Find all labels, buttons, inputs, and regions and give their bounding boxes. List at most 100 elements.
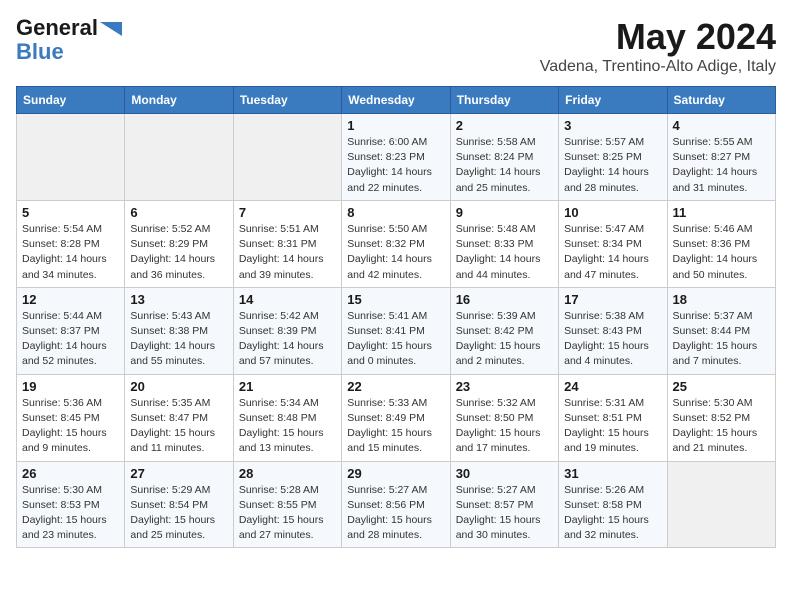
day-info: Sunrise: 5:30 AMSunset: 8:52 PMDaylight:… bbox=[673, 396, 770, 457]
day-info: Sunrise: 5:27 AMSunset: 8:56 PMDaylight:… bbox=[347, 483, 444, 544]
day-number: 15 bbox=[347, 292, 444, 307]
day-number: 26 bbox=[22, 466, 119, 481]
day-info: Sunrise: 5:29 AMSunset: 8:54 PMDaylight:… bbox=[130, 483, 227, 544]
day-info: Sunrise: 5:57 AMSunset: 8:25 PMDaylight:… bbox=[564, 135, 661, 196]
calendar-cell: 20 Sunrise: 5:35 AMSunset: 8:47 PMDayligh… bbox=[125, 374, 233, 461]
calendar-cell: 23 Sunrise: 5:32 AMSunset: 8:50 PMDayligh… bbox=[450, 374, 558, 461]
location-title: Vadena, Trentino-Alto Adige, Italy bbox=[540, 58, 776, 76]
calendar-cell: 25 Sunrise: 5:30 AMSunset: 8:52 PMDayligh… bbox=[667, 374, 775, 461]
logo-blue: Blue bbox=[16, 40, 64, 64]
day-number: 2 bbox=[456, 118, 553, 133]
day-number: 20 bbox=[130, 379, 227, 394]
day-info: Sunrise: 6:00 AMSunset: 8:23 PMDaylight:… bbox=[347, 135, 444, 196]
day-info: Sunrise: 5:32 AMSunset: 8:50 PMDaylight:… bbox=[456, 396, 553, 457]
day-info: Sunrise: 5:46 AMSunset: 8:36 PMDaylight:… bbox=[673, 222, 770, 283]
day-number: 24 bbox=[564, 379, 661, 394]
day-info: Sunrise: 5:50 AMSunset: 8:32 PMDaylight:… bbox=[347, 222, 444, 283]
calendar-cell: 6Sunrise: 5:52 AMSunset: 8:29 PMDaylight… bbox=[125, 200, 233, 287]
calendar-header-sunday: Sunday bbox=[17, 87, 125, 114]
day-number: 18 bbox=[673, 292, 770, 307]
calendar-header-monday: Monday bbox=[125, 87, 233, 114]
calendar-cell: 9Sunrise: 5:48 AMSunset: 8:33 PMDaylight… bbox=[450, 200, 558, 287]
day-info: Sunrise: 5:34 AMSunset: 8:48 PMDaylight:… bbox=[239, 396, 336, 457]
calendar-header-thursday: Thursday bbox=[450, 87, 558, 114]
title-block: May 2024 Vadena, Trentino-Alto Adige, It… bbox=[540, 16, 776, 76]
day-number: 25 bbox=[673, 379, 770, 394]
calendar-header-row: SundayMondayTuesdayWednesdayThursdayFrid… bbox=[17, 87, 776, 114]
calendar-week-row: 26Sunrise: 5:30 AMSunset: 8:53 PMDayligh… bbox=[17, 461, 776, 548]
calendar-cell: 16Sunrise: 5:39 AMSunset: 8:42 PMDayligh… bbox=[450, 287, 558, 374]
calendar-cell: 4Sunrise: 5:55 AMSunset: 8:27 PMDaylight… bbox=[667, 114, 775, 201]
calendar-cell: 27 Sunrise: 5:29 AMSunset: 8:54 PMDayligh… bbox=[125, 461, 233, 548]
day-number: 23 bbox=[456, 379, 553, 394]
calendar-cell: 10 Sunrise: 5:47 AMSunset: 8:34 PMDayligh… bbox=[559, 200, 667, 287]
calendar-cell: 29 Sunrise: 5:27 AMSunset: 8:56 PMDayligh… bbox=[342, 461, 450, 548]
day-info: Sunrise: 5:42 AMSunset: 8:39 PMDaylight:… bbox=[239, 309, 336, 370]
calendar-cell: 2 Sunrise: 5:58 AMSunset: 8:24 PMDaylight… bbox=[450, 114, 558, 201]
calendar-week-row: 5 Sunrise: 5:54 AMSunset: 8:28 PMDaylight… bbox=[17, 200, 776, 287]
calendar-table: SundayMondayTuesdayWednesdayThursdayFrid… bbox=[16, 86, 776, 548]
day-info: Sunrise: 5:33 AMSunset: 8:49 PMDaylight:… bbox=[347, 396, 444, 457]
calendar-cell: 22 Sunrise: 5:33 AMSunset: 8:49 PMDayligh… bbox=[342, 374, 450, 461]
day-number: 6 bbox=[130, 205, 227, 220]
day-number: 3 bbox=[564, 118, 661, 133]
day-number: 22 bbox=[347, 379, 444, 394]
day-number: 27 bbox=[130, 466, 227, 481]
day-info: Sunrise: 5:26 AMSunset: 8:58 PMDaylight:… bbox=[564, 483, 661, 544]
calendar-header-wednesday: Wednesday bbox=[342, 87, 450, 114]
day-info: Sunrise: 5:36 AMSunset: 8:45 PMDaylight:… bbox=[22, 396, 119, 457]
calendar-header-friday: Friday bbox=[559, 87, 667, 114]
day-number: 28 bbox=[239, 466, 336, 481]
day-number: 30 bbox=[456, 466, 553, 481]
day-info: Sunrise: 5:27 AMSunset: 8:57 PMDaylight:… bbox=[456, 483, 553, 544]
calendar-cell bbox=[125, 114, 233, 201]
day-number: 19 bbox=[22, 379, 119, 394]
calendar-cell bbox=[17, 114, 125, 201]
calendar-cell: 1 Sunrise: 6:00 AMSunset: 8:23 PMDaylight… bbox=[342, 114, 450, 201]
calendar-cell bbox=[233, 114, 341, 201]
day-info: Sunrise: 5:37 AMSunset: 8:44 PMDaylight:… bbox=[673, 309, 770, 370]
day-number: 10 bbox=[564, 205, 661, 220]
day-info: Sunrise: 5:58 AMSunset: 8:24 PMDaylight:… bbox=[456, 135, 553, 196]
calendar-cell: 21Sunrise: 5:34 AMSunset: 8:48 PMDayligh… bbox=[233, 374, 341, 461]
calendar-cell: 24 Sunrise: 5:31 AMSunset: 8:51 PMDayligh… bbox=[559, 374, 667, 461]
calendar-week-row: 12Sunrise: 5:44 AMSunset: 8:37 PMDayligh… bbox=[17, 287, 776, 374]
calendar-header-saturday: Saturday bbox=[667, 87, 775, 114]
day-info: Sunrise: 5:38 AMSunset: 8:43 PMDaylight:… bbox=[564, 309, 661, 370]
calendar-cell: 15 Sunrise: 5:41 AMSunset: 8:41 PMDayligh… bbox=[342, 287, 450, 374]
month-title: May 2024 bbox=[540, 16, 776, 58]
day-number: 4 bbox=[673, 118, 770, 133]
day-number: 13 bbox=[130, 292, 227, 307]
day-info: Sunrise: 5:35 AMSunset: 8:47 PMDaylight:… bbox=[130, 396, 227, 457]
day-info: Sunrise: 5:31 AMSunset: 8:51 PMDaylight:… bbox=[564, 396, 661, 457]
day-info: Sunrise: 5:43 AMSunset: 8:38 PMDaylight:… bbox=[130, 309, 227, 370]
day-info: Sunrise: 5:47 AMSunset: 8:34 PMDaylight:… bbox=[564, 222, 661, 283]
calendar-cell: 11Sunrise: 5:46 AMSunset: 8:36 PMDayligh… bbox=[667, 200, 775, 287]
calendar-cell: 14 Sunrise: 5:42 AMSunset: 8:39 PMDayligh… bbox=[233, 287, 341, 374]
day-info: Sunrise: 5:51 AMSunset: 8:31 PMDaylight:… bbox=[239, 222, 336, 283]
calendar-cell: 28 Sunrise: 5:28 AMSunset: 8:55 PMDayligh… bbox=[233, 461, 341, 548]
day-info: Sunrise: 5:41 AMSunset: 8:41 PMDaylight:… bbox=[347, 309, 444, 370]
logo-arrow-icon bbox=[100, 22, 122, 36]
calendar-cell: 26Sunrise: 5:30 AMSunset: 8:53 PMDayligh… bbox=[17, 461, 125, 548]
day-number: 29 bbox=[347, 466, 444, 481]
day-info: Sunrise: 5:48 AMSunset: 8:33 PMDaylight:… bbox=[456, 222, 553, 283]
day-number: 5 bbox=[22, 205, 119, 220]
calendar-cell: 7 Sunrise: 5:51 AMSunset: 8:31 PMDaylight… bbox=[233, 200, 341, 287]
calendar-cell: 12Sunrise: 5:44 AMSunset: 8:37 PMDayligh… bbox=[17, 287, 125, 374]
calendar-cell bbox=[667, 461, 775, 548]
calendar-cell: 31Sunrise: 5:26 AMSunset: 8:58 PMDayligh… bbox=[559, 461, 667, 548]
logo: General Blue bbox=[16, 16, 122, 64]
logo-general: General bbox=[16, 16, 98, 40]
day-number: 14 bbox=[239, 292, 336, 307]
calendar-cell: 3 Sunrise: 5:57 AMSunset: 8:25 PMDaylight… bbox=[559, 114, 667, 201]
day-info: Sunrise: 5:44 AMSunset: 8:37 PMDaylight:… bbox=[22, 309, 119, 370]
calendar-cell: 30 Sunrise: 5:27 AMSunset: 8:57 PMDayligh… bbox=[450, 461, 558, 548]
day-number: 7 bbox=[239, 205, 336, 220]
calendar-header-tuesday: Tuesday bbox=[233, 87, 341, 114]
day-info: Sunrise: 5:28 AMSunset: 8:55 PMDaylight:… bbox=[239, 483, 336, 544]
day-number: 8 bbox=[347, 205, 444, 220]
day-info: Sunrise: 5:54 AMSunset: 8:28 PMDaylight:… bbox=[22, 222, 119, 283]
day-number: 1 bbox=[347, 118, 444, 133]
calendar-week-row: 1 Sunrise: 6:00 AMSunset: 8:23 PMDaylight… bbox=[17, 114, 776, 201]
